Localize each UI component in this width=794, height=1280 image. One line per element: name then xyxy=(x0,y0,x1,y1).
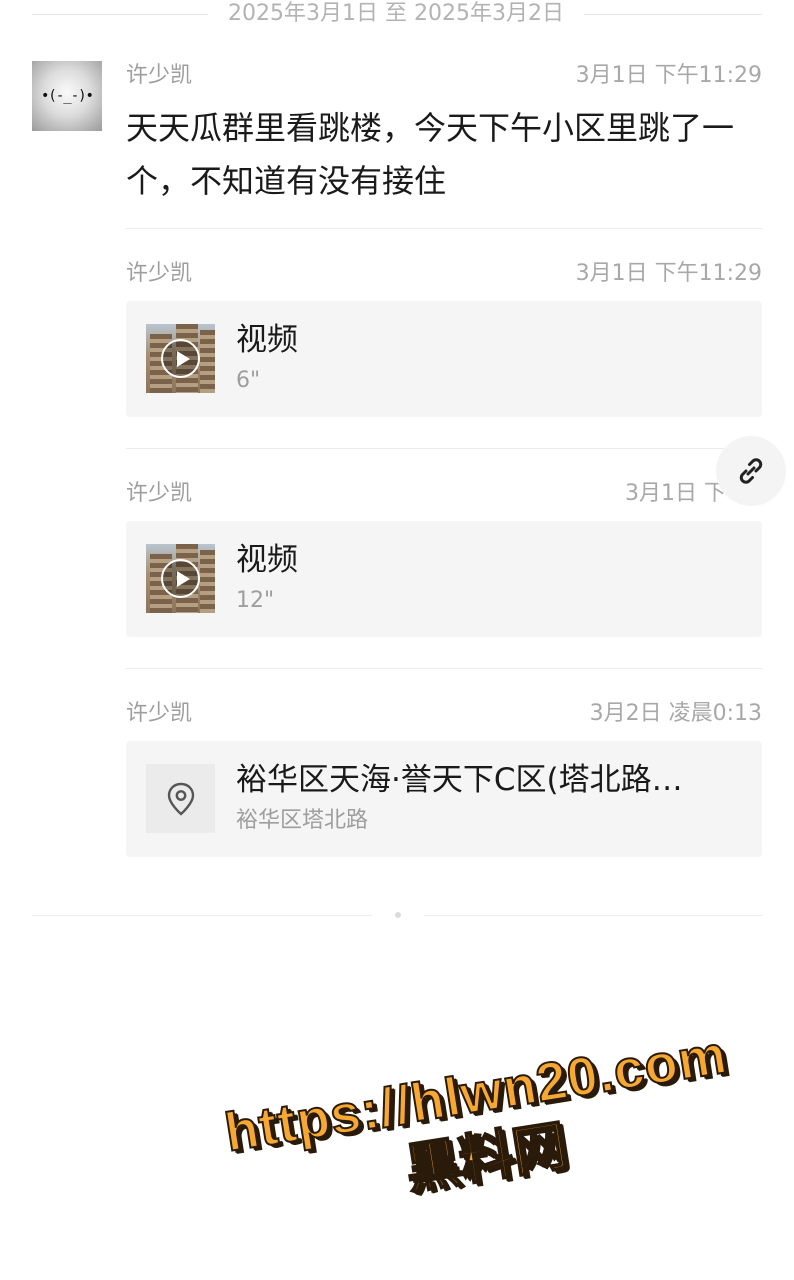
sender-name: 许少凯 xyxy=(126,63,193,88)
record-divider xyxy=(126,228,762,229)
message-time: 3月2日 凌晨0:13 xyxy=(589,701,762,726)
video-card[interactable]: 视频 12" xyxy=(126,521,762,637)
video-duration: 12" xyxy=(236,588,275,613)
location-card[interactable]: 裕华区天海·誉天下C区(塔北路… 裕华区塔北路 xyxy=(126,741,762,857)
end-divider-dot xyxy=(395,912,401,918)
message-time: 3月1日 下午11:29 xyxy=(575,261,762,286)
date-header-left-line xyxy=(32,14,208,15)
sender-avatar[interactable]: •(-_-)• xyxy=(32,61,102,131)
video-label: 视频 xyxy=(236,322,298,358)
end-divider-left xyxy=(32,915,372,916)
location-address: 裕华区塔北路 xyxy=(236,808,369,833)
avatar-face-text: •(-_-)• xyxy=(40,88,94,104)
sender-name: 许少凯 xyxy=(126,701,193,726)
chat-record-video: 许少凯 3月1日 下午11:29 视频 6" xyxy=(126,260,762,425)
date-header-right-line xyxy=(584,14,762,15)
sender-name: 许少凯 xyxy=(126,481,193,506)
chat-record-video: 许少凯 3月1日 下午1 视频 12" xyxy=(126,480,762,645)
link-button[interactable] xyxy=(716,436,786,506)
video-card[interactable]: 视频 6" xyxy=(126,301,762,417)
chat-record-location: 许少凯 3月2日 凌晨0:13 裕华区天海·誉天下C区(塔北路… 裕华区塔北路 xyxy=(126,700,762,865)
video-thumbnail xyxy=(146,324,215,393)
play-icon[interactable] xyxy=(161,559,200,598)
message-text: 天天瓜群里看跳楼，今天下午小区里跳了一个，不知道有没有接住 xyxy=(126,109,735,200)
message-time: 3月1日 下午11:29 xyxy=(575,63,762,88)
date-range-text: 2025年3月1日 至 2025年3月2日 xyxy=(228,1,564,26)
location-name: 裕华区天海·誉天下C区(塔北路… xyxy=(236,762,683,798)
video-thumbnail xyxy=(146,544,215,613)
video-duration: 6" xyxy=(236,368,261,393)
date-range-header: 2025年3月1日 至 2025年3月2日 xyxy=(32,0,762,30)
play-icon[interactable] xyxy=(161,339,200,378)
end-divider-right xyxy=(424,915,762,916)
link-icon xyxy=(739,458,763,484)
sender-name: 许少凯 xyxy=(126,261,193,286)
record-divider xyxy=(126,668,762,669)
watermark: https://hlwn20.com 黑料网 xyxy=(194,1017,775,1280)
chat-record-text[interactable]: 许少凯 3月1日 下午11:29 天天瓜群里看跳楼，今天下午小区里跳了一个，不知… xyxy=(126,62,762,200)
location-pin-icon xyxy=(146,764,215,833)
record-divider xyxy=(126,448,762,449)
video-label: 视频 xyxy=(236,542,298,578)
